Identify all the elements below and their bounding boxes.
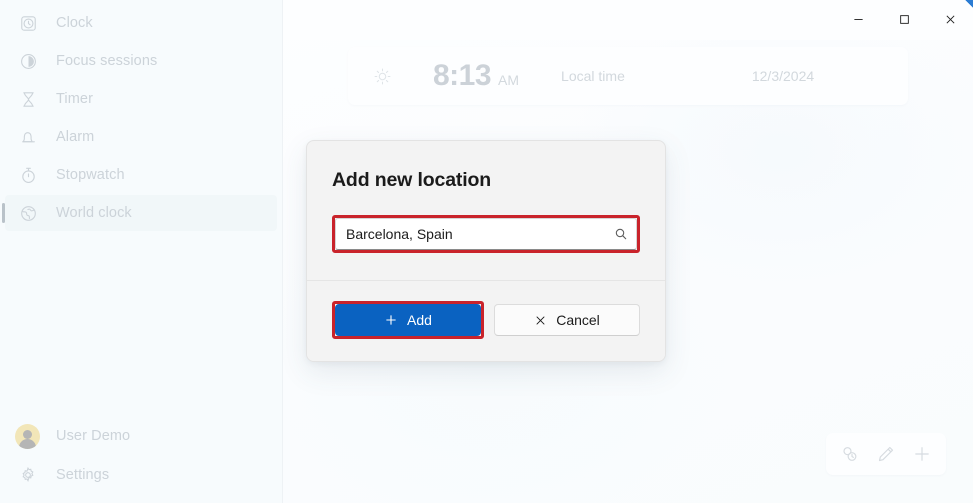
add-button[interactable]: Add <box>335 304 481 336</box>
sun-icon <box>371 65 393 87</box>
cancel-button-label: Cancel <box>556 312 600 328</box>
close-button[interactable] <box>927 0 973 38</box>
window-controls <box>835 0 973 38</box>
time-digits: 8:13 <box>433 59 492 92</box>
command-bar <box>826 433 946 475</box>
sidebar-item-account[interactable]: User Demo <box>5 417 277 455</box>
location-search-field[interactable] <box>335 218 637 250</box>
hourglass-icon <box>17 88 39 110</box>
sidebar-item-label: Clock <box>56 15 93 31</box>
sidebar-item-settings[interactable]: Settings <box>5 457 277 493</box>
bell-icon <box>17 126 39 148</box>
titlebar <box>283 0 973 40</box>
time-meridiem: AM <box>498 72 520 88</box>
sidebar-item-label: Focus sessions <box>56 53 158 69</box>
sidebar-item-label: Alarm <box>56 129 95 145</box>
cancel-button[interactable]: Cancel <box>494 304 640 336</box>
add-icon[interactable] <box>904 437 940 471</box>
sidebar-item-label: Stopwatch <box>56 167 125 183</box>
clock-app-window: Clock Focus sessions Timer Alarm Stopwat… <box>0 0 973 503</box>
minimize-button[interactable] <box>835 0 881 38</box>
close-icon <box>534 314 547 327</box>
compare-icon[interactable] <box>832 437 868 471</box>
globe-icon <box>17 202 39 224</box>
dialog-title: Add new location <box>332 169 492 191</box>
sidebar-item-stopwatch[interactable]: Stopwatch <box>5 157 277 193</box>
local-time-value: 8:13 AM <box>433 59 519 93</box>
location-search-input[interactable] <box>336 219 606 249</box>
local-date: 12/3/2024 <box>751 68 815 84</box>
local-time-card: 8:13 AM Local time 12/3/2024 <box>348 47 908 105</box>
sidebar-item-label: Timer <box>56 91 94 107</box>
sidebar-item-world-clock[interactable]: World clock <box>2 195 277 231</box>
add-new-location-dialog: Add new location Barcelona, Spain Add Ca… <box>306 140 666 362</box>
edit-icon[interactable] <box>868 437 904 471</box>
search-field-highlight <box>332 215 640 253</box>
avatar <box>15 423 40 449</box>
selection-indicator <box>2 203 5 223</box>
navigation-sidebar: Clock Focus sessions Timer Alarm Stopwat… <box>0 0 283 503</box>
search-icon[interactable] <box>606 219 636 249</box>
sidebar-item-focus-sessions[interactable]: Focus sessions <box>5 43 277 79</box>
maximize-button[interactable] <box>881 0 927 38</box>
plus-icon <box>384 313 398 327</box>
dialog-footer: Add Cancel <box>307 280 665 361</box>
local-time-label: Local time <box>561 68 625 84</box>
add-button-label: Add <box>407 312 432 328</box>
sidebar-item-clock[interactable]: Clock <box>5 5 277 41</box>
focus-sessions-icon <box>17 50 39 72</box>
gear-icon <box>17 464 39 486</box>
account-label: User Demo <box>56 428 131 444</box>
stopwatch-icon <box>17 164 39 186</box>
sidebar-footer: User Demo Settings <box>0 415 282 495</box>
clock-icon <box>17 12 39 34</box>
sidebar-item-alarm[interactable]: Alarm <box>5 119 277 155</box>
world-clock-content: 8:13 AM Local time 12/3/2024 Add new loc… <box>283 0 973 503</box>
sidebar-nav-list: Clock Focus sessions Timer Alarm Stopwat… <box>0 3 282 233</box>
add-button-highlight: Add <box>332 301 484 339</box>
dialog-body: Add new location <box>307 141 665 280</box>
settings-label: Settings <box>56 467 110 483</box>
sidebar-item-timer[interactable]: Timer <box>5 81 277 117</box>
sidebar-item-label: World clock <box>56 205 132 221</box>
